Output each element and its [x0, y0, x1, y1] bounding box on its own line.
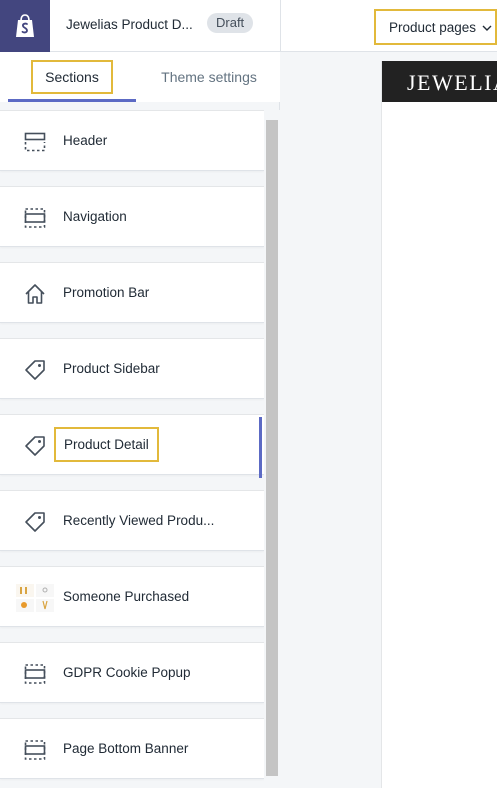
scrollbar-thumb[interactable] [266, 120, 278, 776]
sidebar: Sections Theme settings Header Navigatio… [0, 52, 280, 788]
section-item-product-sidebar[interactable]: Product Sidebar [0, 338, 264, 399]
section-layout-icon [24, 739, 46, 761]
page-type-select[interactable]: Product pages [374, 9, 497, 45]
section-item-label: Navigation [63, 209, 127, 224]
home-icon [24, 283, 46, 305]
active-tab-indicator [8, 99, 136, 102]
store-logo-text[interactable]: JEWELIA [407, 70, 497, 96]
theme-editor: Jewelias Product D... Draft Product page… [0, 0, 497, 788]
section-layout-icon [24, 663, 46, 685]
section-layout-icon [24, 207, 46, 229]
active-section-indicator [259, 417, 262, 478]
tag-icon [24, 359, 46, 381]
section-item-label: Product Sidebar [63, 361, 160, 376]
section-item-label: Product Detail [54, 427, 159, 462]
tab-sections-label: Sections [31, 60, 113, 94]
section-item-label: Page Bottom Banner [63, 741, 189, 756]
page-type-select-label: Product pages [389, 19, 477, 35]
section-item-label: Promotion Bar [63, 285, 150, 300]
theme-name: Jewelias Product D... [66, 17, 193, 32]
top-bar: Jewelias Product D... Draft Product page… [0, 0, 497, 52]
tab-theme-settings[interactable]: Theme settings [150, 52, 268, 102]
section-item-someone-purchased[interactable]: Someone Purchased [0, 566, 264, 627]
section-item-label: GDPR Cookie Popup [63, 665, 191, 680]
status-badge: Draft [207, 13, 254, 33]
tag-icon [24, 435, 46, 457]
tag-icon [24, 511, 46, 533]
shopify-logo[interactable] [0, 0, 50, 52]
store-header: JEWELIA [382, 61, 497, 102]
shopify-bag-icon [16, 14, 34, 37]
section-item-header[interactable]: Header [0, 110, 264, 171]
sidebar-tabs: Sections Theme settings [0, 52, 280, 102]
section-item-label: Someone Purchased [63, 589, 190, 604]
section-item-label: Recently Viewed Produ... [63, 513, 215, 528]
section-item-page-bottom-banner[interactable]: Page Bottom Banner [0, 718, 264, 779]
header-layout-icon [24, 131, 46, 153]
divider [280, 0, 281, 52]
section-item-navigation[interactable]: Navigation [0, 186, 264, 247]
section-item-promotion-bar[interactable]: Promotion Bar [0, 262, 264, 323]
section-item-recently-viewed-products[interactable]: Recently Viewed Produ... [0, 490, 264, 551]
section-item-product-detail[interactable]: Product Detail [0, 414, 264, 475]
section-item-gdpr-cookie-popup[interactable]: GDPR Cookie Popup [0, 642, 264, 703]
product-thumbnails-icon [16, 584, 54, 612]
chevron-down-icon [482, 20, 492, 35]
tab-sections[interactable]: Sections [8, 52, 136, 102]
store-preview: JEWELIA [381, 61, 497, 788]
section-item-label: Header [63, 133, 108, 148]
